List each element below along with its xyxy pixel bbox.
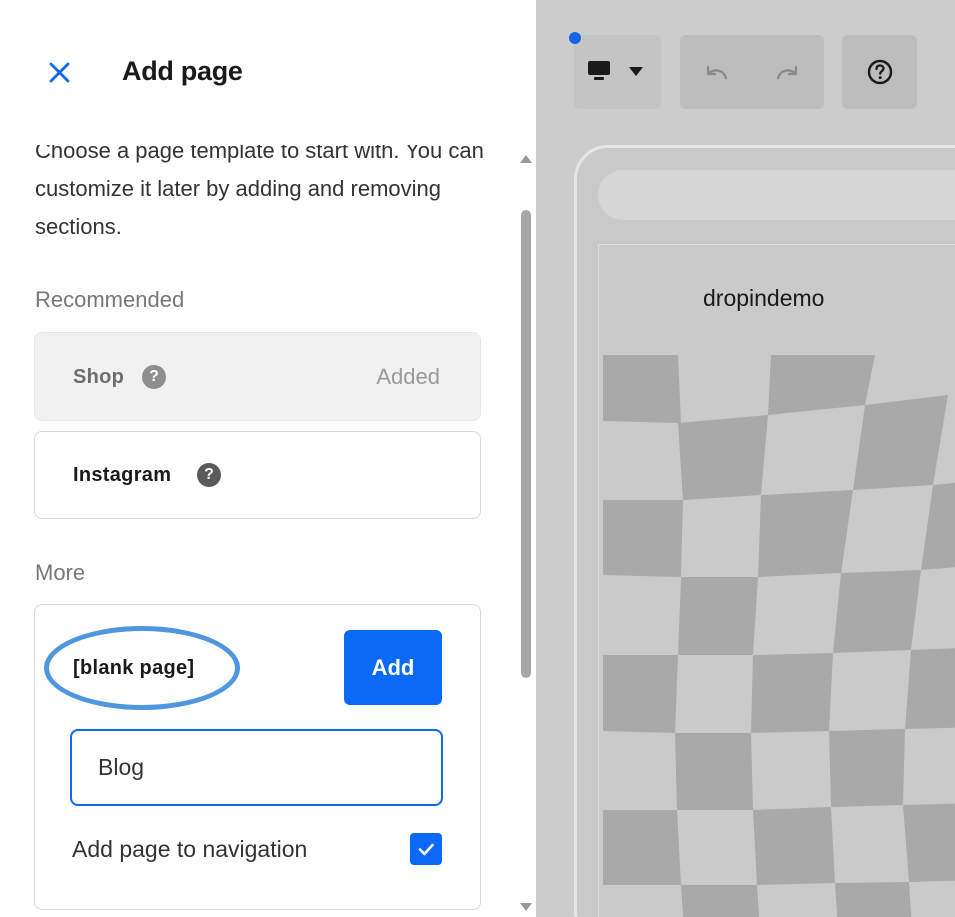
- template-card-shop[interactable]: Shop ? Added: [34, 332, 481, 421]
- panel-title: Add page: [122, 56, 243, 86]
- add-page-panel: Choose a page template to start with. Yo…: [0, 0, 536, 917]
- close-button[interactable]: [44, 56, 76, 88]
- redo-icon[interactable]: [772, 63, 800, 83]
- recommended-label: Recommended: [35, 287, 185, 312]
- device-selector-button[interactable]: [574, 35, 661, 109]
- add-to-navigation-checkbox[interactable]: [410, 833, 442, 865]
- added-status: Added: [376, 364, 440, 389]
- help-button[interactable]: [842, 35, 917, 109]
- site-preview: [598, 244, 955, 917]
- panel-header: Add page: [0, 0, 536, 145]
- template-card-instagram[interactable]: Instagram ?: [34, 431, 481, 519]
- check-icon: [418, 843, 434, 856]
- template-name: Shop: [73, 366, 125, 388]
- template-name: [blank page]: [73, 657, 195, 679]
- add-to-navigation-label: Add page to navigation: [72, 836, 308, 862]
- notification-dot: [569, 32, 581, 44]
- intro-text: Choose a page template to start with. Yo…: [35, 138, 484, 239]
- scroll-thumb[interactable]: [521, 210, 531, 678]
- undo-redo-group: [680, 35, 824, 109]
- help-icon[interactable]: ?: [197, 463, 221, 487]
- template-name: Instagram: [73, 464, 172, 486]
- close-icon: [49, 62, 70, 83]
- hero-image-placeholder: [603, 355, 955, 917]
- page-name-input[interactable]: [70, 729, 443, 806]
- add-button[interactable]: Add: [344, 630, 442, 705]
- question-circle-icon: [867, 59, 893, 85]
- panel-scrollbar[interactable]: [515, 145, 536, 917]
- site-name: dropindemo: [703, 285, 825, 311]
- more-label: More: [35, 560, 86, 585]
- preview-address-bar: [598, 170, 955, 220]
- undo-icon[interactable]: [704, 63, 732, 83]
- caret-down-icon: [629, 67, 643, 76]
- help-icon[interactable]: ?: [142, 365, 166, 389]
- desktop-icon: [588, 61, 610, 80]
- scroll-down-arrow-icon[interactable]: [520, 903, 532, 911]
- scroll-up-arrow-icon[interactable]: [520, 155, 532, 163]
